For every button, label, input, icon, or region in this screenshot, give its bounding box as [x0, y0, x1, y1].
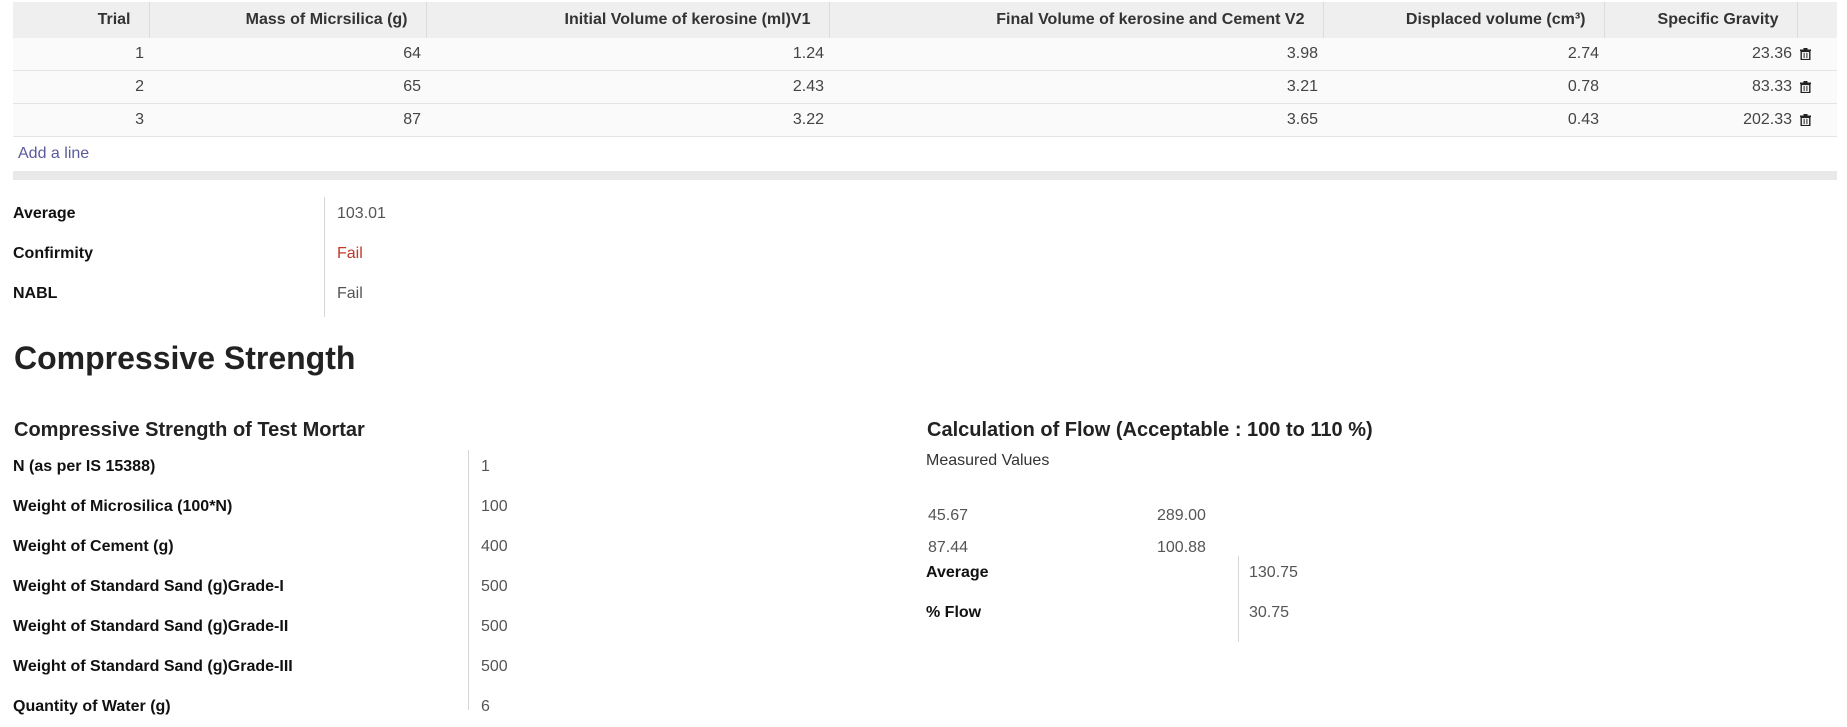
cell-final-volume[interactable]: 3.65 — [829, 103, 1323, 137]
flow-title: Calculation of Flow (Acceptable : 100 to… — [927, 419, 1373, 441]
field-label: Weight of Standard Sand (g)Grade-III — [13, 658, 293, 675]
cell-specific-gravity[interactable]: 202.33 — [1604, 103, 1797, 137]
nabl-value: Fail — [337, 285, 363, 302]
field-row: N (as per IS 15388) 1 — [13, 447, 713, 487]
field-value[interactable]: 400 — [469, 538, 508, 556]
cell-mass[interactable]: 65 — [149, 70, 426, 104]
header-trial[interactable]: Trial — [13, 2, 150, 38]
header-final-volume[interactable]: Final Volume of kerosine and Cement V2 — [829, 2, 1324, 38]
cell-mass[interactable]: 87 — [149, 103, 426, 137]
flow-average-row: Average 130.75 — [926, 553, 1526, 593]
cell-displaced-volume[interactable]: 0.43 — [1323, 103, 1604, 137]
average-value: 103.01 — [337, 205, 386, 222]
field-row: Weight of Standard Sand (g)Grade-I 500 — [13, 567, 713, 607]
section-divider — [13, 171, 1837, 180]
cell-displaced-volume[interactable]: 0.78 — [1323, 70, 1604, 104]
flow-average-label: Average — [926, 564, 989, 581]
field-label: Weight of Standard Sand (g)Grade-I — [13, 578, 284, 595]
table-row[interactable]: 1 64 1.24 3.98 2.74 23.36 — [13, 38, 1837, 71]
cell-specific-gravity[interactable]: 83.33 — [1604, 70, 1797, 104]
field-value[interactable]: 100 — [469, 498, 508, 516]
field-value[interactable]: 500 — [469, 618, 508, 636]
measured-row: 45.67 289.00 — [928, 500, 1206, 532]
header-specific-gravity[interactable]: Specific Gravity — [1604, 2, 1798, 38]
row-actions — [1797, 103, 1837, 137]
nabl-label: NABL — [13, 285, 58, 302]
measured-values-label: Measured Values — [926, 452, 1050, 469]
measured-value[interactable]: 289.00 — [1157, 507, 1206, 525]
trash-icon[interactable] — [1800, 113, 1811, 127]
row-actions — [1797, 38, 1837, 71]
cell-initial-volume[interactable]: 1.24 — [426, 38, 829, 71]
cell-initial-volume[interactable]: 2.43 — [426, 70, 829, 104]
percent-flow-row: % Flow 30.75 — [926, 593, 1526, 633]
field-label: Quantity of Water (g) — [13, 698, 171, 715]
nabl-row: NABL Fail — [13, 274, 713, 314]
field-value[interactable]: 6 — [469, 698, 490, 716]
field-row: Quantity of Water (g) 6 — [13, 687, 713, 727]
cell-trial[interactable]: 1 — [13, 38, 149, 71]
cell-mass[interactable]: 64 — [149, 38, 426, 71]
row-actions — [1797, 70, 1837, 104]
header-displaced-volume[interactable]: Displaced volume (cm³) — [1323, 2, 1605, 38]
section-title: Compressive Strength — [14, 340, 356, 376]
table-header-row: Trial Mass of Micrsilica (g) Initial Vol… — [13, 2, 1837, 38]
cell-trial[interactable]: 3 — [13, 103, 149, 137]
field-label: Weight of Microsilica (100*N) — [13, 498, 233, 515]
add-line-cell: Add a line — [13, 136, 1837, 171]
confirmity-label: Confirmity — [13, 245, 93, 262]
add-line-row: Add a line — [13, 136, 1837, 171]
field-label: Weight of Standard Sand (g)Grade-II — [13, 618, 289, 635]
average-label: Average — [13, 205, 76, 222]
header-initial-volume[interactable]: Initial Volume of kerosine (ml)V1 — [426, 2, 830, 38]
percent-flow-value: 30.75 — [1249, 604, 1290, 621]
field-label: N (as per IS 15388) — [13, 458, 156, 475]
field-row: Weight of Microsilica (100*N) 100 — [13, 487, 713, 527]
trash-icon[interactable] — [1800, 80, 1811, 94]
trash-icon[interactable] — [1800, 47, 1811, 61]
summary-fields: Average 103.01 Confirmity Fail NABL Fail — [13, 194, 713, 314]
mortar-fields: N (as per IS 15388) 1 Weight of Microsil… — [13, 447, 713, 727]
field-row: Weight of Cement (g) 400 — [13, 527, 713, 567]
add-line-link[interactable]: Add a line — [18, 145, 89, 162]
average-row: Average 103.01 — [13, 194, 713, 234]
trials-table: Trial Mass of Micrsilica (g) Initial Vol… — [13, 2, 1837, 171]
header-mass[interactable]: Mass of Micrsilica (g) — [149, 2, 427, 38]
field-value[interactable]: 500 — [469, 578, 508, 596]
field-row: Weight of Standard Sand (g)Grade-III 500 — [13, 647, 713, 687]
percent-flow-label: % Flow — [926, 604, 982, 621]
confirmity-row: Confirmity Fail — [13, 234, 713, 274]
cell-final-volume[interactable]: 3.98 — [829, 38, 1323, 71]
flow-average-value: 130.75 — [1249, 564, 1298, 581]
cell-final-volume[interactable]: 3.21 — [829, 70, 1323, 104]
flow-summary: Average 130.75 % Flow 30.75 — [926, 553, 1526, 633]
field-value[interactable]: 500 — [469, 658, 508, 676]
header-actions — [1797, 2, 1837, 38]
cell-specific-gravity[interactable]: 23.36 — [1604, 38, 1797, 71]
cell-initial-volume[interactable]: 3.22 — [426, 103, 829, 137]
field-label: Weight of Cement (g) — [13, 538, 174, 555]
table-row[interactable]: 3 87 3.22 3.65 0.43 202.33 — [13, 103, 1837, 137]
cell-displaced-volume[interactable]: 2.74 — [1323, 38, 1604, 71]
field-value[interactable]: 1 — [469, 458, 490, 476]
cell-trial[interactable]: 2 — [13, 70, 149, 104]
measured-value[interactable]: 45.67 — [928, 507, 1157, 525]
table-row[interactable]: 2 65 2.43 3.21 0.78 83.33 — [13, 70, 1837, 104]
confirmity-value: Fail — [337, 245, 363, 262]
field-row: Weight of Standard Sand (g)Grade-II 500 — [13, 607, 713, 647]
mortar-title: Compressive Strength of Test Mortar — [14, 419, 365, 441]
